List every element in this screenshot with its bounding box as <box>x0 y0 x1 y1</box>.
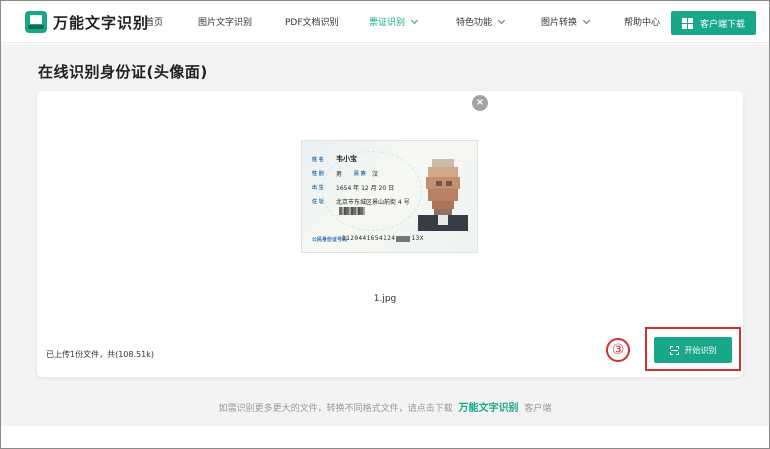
nav-label: 图片文字识别 <box>198 18 253 28</box>
scanner-logo-icon <box>25 11 47 33</box>
page-title: 在线识别身份证(头像面) <box>38 63 208 81</box>
nav-label: 首页 <box>145 18 164 28</box>
field-address: 北京市东城区景山前街 4 号 <box>336 199 410 206</box>
brand-name: 万能文字识别 <box>53 13 150 32</box>
chevron-down-icon <box>410 16 419 24</box>
portrait-photo <box>418 159 468 231</box>
field-name: 韦小宝 <box>336 155 357 163</box>
nav-label: 票证识别 <box>369 18 406 28</box>
upload-summary: 已上传1份文件，共(108.51k) <box>46 350 154 359</box>
nav-image-convert[interactable]: 图片转换 <box>541 15 591 28</box>
id-number-pixelated <box>396 235 411 242</box>
field-birth: 1654 年 12 月 20 日 <box>336 185 395 192</box>
chevron-down-icon <box>497 16 506 24</box>
address-pixelated <box>339 207 365 215</box>
footer-prefix: 如需识别更多更大的文件，转换不同格式文件，请点击下载 <box>218 404 453 414</box>
footer-brand-link[interactable]: 万能文字识别 <box>459 403 519 414</box>
download-label: 客户端下载 <box>699 19 745 30</box>
label-ethnicity: 民 族 <box>354 171 366 177</box>
label-address: 住 址 <box>312 199 324 205</box>
client-download-button[interactable]: 客户端下载 <box>671 11 756 35</box>
nav-home[interactable]: 首页 <box>145 15 163 28</box>
field-ethnicity: 汉 <box>372 171 379 178</box>
file-name: 1.jpg <box>373 294 397 304</box>
chevron-down-icon <box>582 16 591 24</box>
windows-icon <box>681 17 693 29</box>
label-birth: 出 生 <box>312 185 324 191</box>
bottom-bar <box>1 426 769 448</box>
start-recognition-button[interactable]: 开始识别 <box>654 337 732 363</box>
scan-icon <box>669 345 679 355</box>
id-number-suffix: 13X <box>411 235 424 242</box>
footer-note: 如需识别更多更大的文件，转换不同格式文件，请点击下载 万能文字识别 客户端 <box>0 399 770 414</box>
nav-label: 特色功能 <box>456 18 493 28</box>
field-gender: 男 <box>336 171 343 178</box>
close-icon[interactable]: × <box>472 95 488 111</box>
nav-help[interactable]: 帮助中心 <box>624 15 660 28</box>
nav-pdf-ocr[interactable]: PDF文档识别 <box>285 15 339 28</box>
footer-suffix: 客户端 <box>524 404 552 414</box>
nav-label: PDF文档识别 <box>285 18 339 28</box>
brand-logo[interactable]: 万能文字识别 <box>25 10 149 34</box>
label-name: 姓 名 <box>312 157 324 163</box>
label-gender: 性 别 <box>312 171 324 177</box>
field-id-number: 1120441654124 13X <box>342 235 424 242</box>
start-button-label: 开始识别 <box>684 345 717 355</box>
id-card-preview: 姓 名 韦小宝 性 别 男 民 族 汉 出 生 1654 年 12 月 20 日… <box>301 140 478 253</box>
nav-features[interactable]: 特色功能 <box>456 15 506 28</box>
nav-label: 图片转换 <box>541 18 578 28</box>
step-marker: ③ <box>606 338 630 362</box>
id-number-prefix: 1120441654124 <box>342 235 396 242</box>
nav-image-ocr[interactable]: 图片文字识别 <box>198 15 252 28</box>
nav-ticket-ocr[interactable]: 票证识别 <box>369 15 419 28</box>
nav-label: 帮助中心 <box>624 18 661 28</box>
